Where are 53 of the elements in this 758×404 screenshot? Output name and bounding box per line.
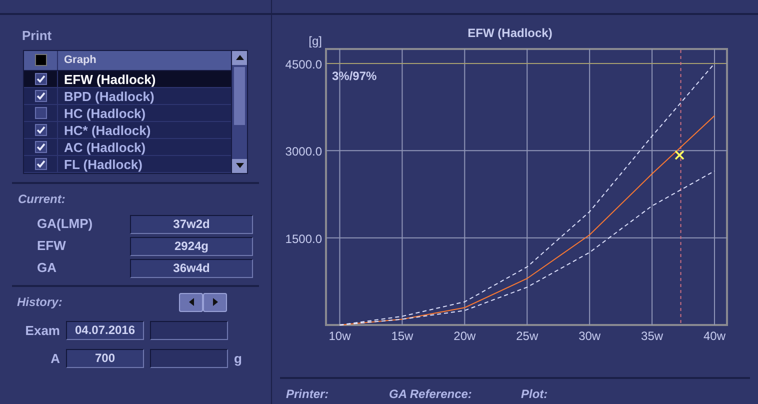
scrollbar[interactable] [231, 50, 247, 172]
x-tick-label: 10w [328, 329, 351, 343]
list-row[interactable]: HC* (Hadlock) [24, 122, 231, 138]
value-field: 700 [66, 349, 144, 368]
value-field: 2924g [130, 236, 253, 256]
checkbox[interactable] [34, 90, 46, 102]
checkbox[interactable] [34, 140, 46, 152]
list-row[interactable]: BPD (Hadlock) [24, 88, 231, 104]
checkbox[interactable] [34, 106, 46, 118]
arrow-button[interactable] [179, 292, 203, 312]
y-tick-label: 1500.0 [285, 232, 322, 246]
x-tick-label: 35w [641, 329, 664, 343]
input-field[interactable] [150, 349, 228, 368]
value-field: 04.07.2016 [66, 320, 144, 340]
checkbox[interactable] [34, 124, 46, 136]
list-row[interactable]: HC (Hadlock) [24, 104, 231, 122]
value-field: 37w2d [130, 214, 253, 234]
down-arrow-icon[interactable] [236, 163, 244, 168]
right-arrow-icon [212, 298, 218, 306]
section-title: Current: [18, 190, 66, 208]
list-row[interactable]: FL (Hadlock) [24, 156, 231, 172]
column-header: Graph [63, 52, 96, 68]
x-tick-label: 15w [391, 329, 414, 343]
field-label: A [50, 350, 60, 368]
x-tick-label: 25w [516, 329, 538, 343]
checkbox[interactable] [34, 158, 46, 170]
section-title: Print [22, 27, 53, 45]
unit-label: g [234, 350, 242, 368]
y-tick-label: 3000.0 [285, 144, 322, 159]
arrow-button[interactable] [203, 292, 227, 312]
list-row[interactable]: AC (Hadlock) [24, 138, 231, 156]
cross-marker-icon [674, 150, 684, 160]
section-label: GA Reference: [389, 386, 473, 403]
x-tick-label: 20w [454, 329, 476, 343]
x-tick-label: 30w [578, 329, 601, 343]
field-label: EFW [37, 237, 67, 256]
value-field: 36w4d [130, 258, 253, 278]
left-arrow-icon [188, 298, 194, 306]
list-row[interactable]: EFW (Hadlock) [24, 70, 231, 88]
field-label: Exam [24, 322, 60, 340]
checkbox[interactable] [34, 72, 46, 84]
y-tick-label: 4500.0 [285, 58, 322, 72]
y-axis-label: [g] [308, 34, 322, 48]
chart-title: EFW (Hadlock) [468, 26, 552, 40]
field-label: GA [37, 259, 58, 278]
field-label: GA(LMP) [37, 215, 94, 234]
section-label: Printer: [286, 386, 330, 403]
section-label: Plot: [521, 386, 549, 403]
input-field[interactable] [150, 320, 228, 340]
select-all-checkbox[interactable] [34, 54, 46, 66]
x-tick-label: 40w [704, 329, 726, 343]
up-arrow-icon[interactable] [236, 55, 244, 60]
section-title: History: [17, 294, 64, 311]
